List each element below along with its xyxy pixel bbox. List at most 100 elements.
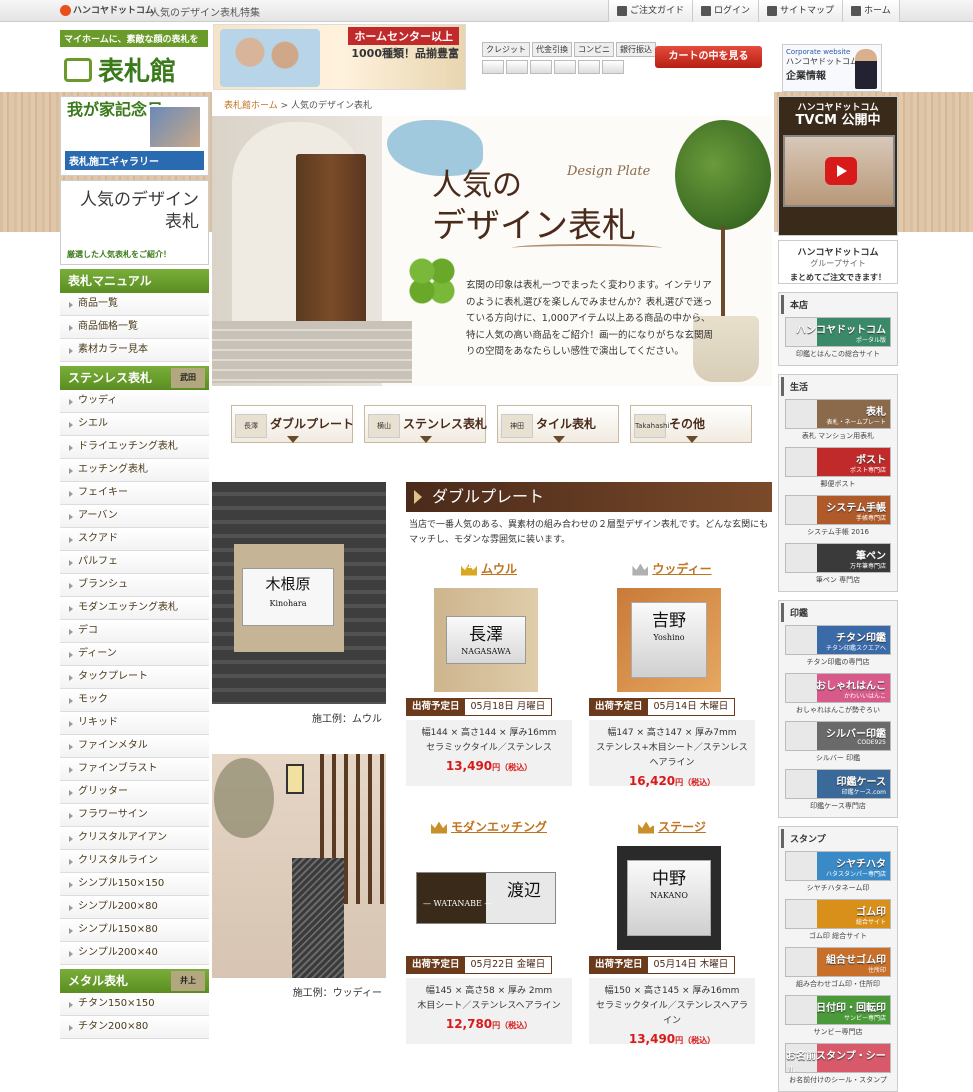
group-site-banner-image: シヤチハタ ハタスタンパー専門店 — [785, 851, 891, 881]
sidebar-link[interactable]: ドライエッチング表札 — [60, 436, 209, 459]
product-spec: 幅145 × 高さ58 × 厚み 2mm 木目シート／ステンレスヘアライン 12,7… — [406, 978, 572, 1044]
group-site-banner-image: 日付印・回転印 サンビー専門店 — [785, 995, 891, 1025]
product-image[interactable]: 長澤 NAGASAWA — [434, 588, 538, 692]
sidebar-link[interactable]: クリスタルアイアン — [60, 827, 209, 850]
banner-subtitle: チタン印鑑スクエアへ — [825, 645, 886, 652]
product-name-link[interactable]: 2 ウッディー — [589, 560, 755, 577]
visa-card-icon — [482, 60, 504, 74]
group-site-link[interactable]: ハンコヤドットコム ポータル版 印鑑とはんこの総合サイト — [785, 317, 891, 361]
product-size: 幅144 × 高さ144 × 厚み16mm — [421, 728, 557, 738]
group-site-link[interactable]: チタン印鑑 チタン印鑑スクエアへ チタン印鑑の専門店 — [785, 625, 891, 669]
group-site-link[interactable]: 日付印・回転印 サンビー専門店 サンビー専門店 — [785, 995, 891, 1039]
product-name-link[interactable]: 1 ムウル — [406, 560, 572, 577]
tvcm-banner[interactable]: ハンコヤドットコム TVCM 公開中 — [778, 96, 898, 236]
sidebar-link[interactable]: 商品価格一覧 — [60, 316, 209, 339]
homecenter-banner[interactable]: ホームセンター以上 1000種類！品揃豊富 — [213, 24, 466, 90]
group-site-link[interactable]: おしゃれはんこ かわいいはんこ おしゃれはんこが勢ぞろい — [785, 673, 891, 717]
product-price: 13,490円（税込） — [410, 759, 568, 775]
sidebar-link[interactable]: モダンエッチング表札 — [60, 597, 209, 620]
sidebar-section-heading: ステンレス表札 武田 — [60, 366, 209, 390]
view-cart-button[interactable]: カートの中を見る — [655, 46, 762, 68]
group-site-link[interactable]: シヤチハタ ハタスタンパー専門店 シヤチハタネーム印 — [785, 851, 891, 895]
sidebar-link[interactable]: チタン200×80 — [60, 1016, 209, 1039]
group-site-link[interactable]: 表札 表札・ネームプレート 表札 マンション用表札 — [785, 399, 891, 443]
group-site-banner-image: ポスト ポスト専門店 — [785, 447, 891, 477]
sidebar-link[interactable]: リキッド — [60, 712, 209, 735]
sidebar-link[interactable]: ディーン — [60, 643, 209, 666]
sidebar-link[interactable]: クリスタルライン — [60, 850, 209, 873]
topnav-item-3[interactable]: ホーム — [843, 0, 900, 22]
sidebar-link[interactable]: タックプレート — [60, 666, 209, 689]
sidebar-link[interactable]: エッチング表札 — [60, 459, 209, 482]
group-site-banner[interactable]: ハンコヤドットコム グループサイト まとめてご注文できます！ — [778, 240, 898, 284]
sidebar-link[interactable]: デコ — [60, 620, 209, 643]
sidebar-link[interactable]: パルフェ — [60, 551, 209, 574]
corporate-info-link[interactable]: Corporate website ハンコヤドットコム 企業情報 — [782, 44, 882, 92]
gallery-banner[interactable]: 我が家記念日 表札施工ギャラリー — [60, 96, 209, 176]
group-site-link[interactable]: ゴム印 総合サイト ゴム印 総合サイト — [785, 899, 891, 943]
product-name-link[interactable]: 4 ステージ — [589, 818, 755, 835]
group-site-link[interactable]: シルバー印鑑 CODE925 シルバー 印鑑 — [785, 721, 891, 765]
group-site-section: スタンプ シヤチハタ ハタスタンパー専門店 シヤチハタネーム印 ゴム印 総合サイト ゴム印 … — [778, 826, 898, 1092]
sidebar-link[interactable]: 素材カラー見本 — [60, 339, 209, 362]
sidebar-link[interactable]: モック — [60, 689, 209, 712]
popular-design-banner[interactable]: 人気のデザイン表札 厳選した人気表札をご紹介！ — [60, 180, 209, 265]
sidebar-link[interactable]: シンプル200×40 — [60, 942, 209, 965]
product-image[interactable]: 渡辺 — WATANABE — — [416, 846, 556, 950]
sidebar-link[interactable]: ファインブラスト — [60, 758, 209, 781]
play-icon[interactable] — [825, 157, 857, 185]
sidebar-link[interactable]: 商品一覧 — [60, 293, 209, 316]
sidebar-link[interactable]: フェイキー — [60, 482, 209, 505]
sidebar-link[interactable]: シンプル200×80 — [60, 896, 209, 919]
tab-thumbnail: 長澤 — [235, 414, 267, 438]
example-caption: 施工例：ウッディー — [292, 988, 382, 999]
group-site-link[interactable]: システム手帳 手帳専門店 システム手帳 2016 — [785, 495, 891, 539]
hankoya-logo[interactable]: ハンコヤドットコム — [60, 3, 154, 16]
category-tab-1[interactable]: 横山 ステンレス表札 — [364, 405, 487, 443]
sidebar-link[interactable]: フラワーサイン — [60, 804, 209, 827]
product-price: 12,780円（税込） — [410, 1017, 568, 1033]
clover-illustration — [407, 256, 457, 306]
sidebar-link[interactable]: ウッディ — [60, 390, 209, 413]
product-image[interactable]: 吉野 Yoshino — [617, 588, 721, 692]
product-image[interactable]: 中野 NAKANO — [617, 846, 721, 950]
example-photo-woody — [212, 754, 386, 978]
lock-icon — [701, 6, 712, 16]
lamp-icon — [286, 764, 304, 794]
group-site-link[interactable]: ポスト ポスト専門店 郵便ポスト — [785, 447, 891, 491]
product-name-link[interactable]: 3 モダンエッチング — [406, 818, 572, 835]
tvcm-video[interactable] — [783, 135, 895, 207]
banner-caption: お名前付けのシール・スタンプ — [789, 1076, 887, 1084]
breadcrumb-home-link[interactable]: 表札館ホーム — [224, 101, 278, 111]
price-value: 13,490 — [628, 1032, 676, 1046]
right-sidebar: ハンコヤドットコム TVCM 公開中 ハンコヤドットコム グループサイト まとめ… — [778, 96, 898, 1092]
sidebar-link[interactable]: アーバン — [60, 505, 209, 528]
topnav-item-2[interactable]: サイトマップ — [759, 0, 844, 22]
group-site-link[interactable]: お名前スタンプ・シール お名前付けのシール・スタンプ — [785, 1043, 891, 1087]
sidebar-link[interactable]: ファインメタル — [60, 735, 209, 758]
sidebar-link[interactable]: グリッター — [60, 781, 209, 804]
brand-slogan: マイホームに、素敵な顔の表札を — [60, 30, 208, 47]
brand-logo[interactable]: マイホームに、素敵な顔の表札を 表札館 — [60, 30, 208, 92]
sidebar-link[interactable]: シンプル150×150 — [60, 873, 209, 896]
topnav-item-0[interactable]: ご注文ガイド — [609, 0, 694, 22]
banner-title: ハンコヤドットコム — [796, 325, 886, 336]
banner-headline: ホームセンター以上 — [348, 27, 459, 45]
group-site-section: 生活 表札 表札・ネームプレート 表札 マンション用表札 ポスト ポスト専門店 郵便ポストシ… — [778, 374, 898, 592]
sidebar-link[interactable]: チタン150×150 — [60, 993, 209, 1016]
category-tab-2[interactable]: 神田 タイル表札 — [497, 405, 619, 443]
topnav-item-1[interactable]: ログイン — [693, 0, 760, 22]
rank-number: 1 — [467, 562, 472, 570]
sidebar-link[interactable]: シンプル150×80 — [60, 919, 209, 942]
group-site-link[interactable]: 印鑑ケース 印鑑ケース.com 印鑑ケース専門店 — [785, 769, 891, 813]
sidebar-link[interactable]: ブランシュ — [60, 574, 209, 597]
group-site-link[interactable]: 筆ペン 万年筆専門店 筆ペン 専門店 — [785, 543, 891, 587]
category-tab-3[interactable]: Takahashi その他 — [630, 405, 752, 443]
group-site-heading: 本店 — [781, 295, 895, 314]
sidebar-link[interactable]: スクアド — [60, 528, 209, 551]
banner-title: システム手帳 — [826, 503, 886, 514]
category-tab-0[interactable]: 長澤 ダブルプレート — [231, 405, 354, 443]
group-site-link[interactable]: 組合せゴム印 住所印 組み合わせゴム印・住所印 — [785, 947, 891, 991]
sidebar-link[interactable]: シエル — [60, 413, 209, 436]
ship-date-value: 05月14日 木曜日 — [647, 699, 735, 715]
